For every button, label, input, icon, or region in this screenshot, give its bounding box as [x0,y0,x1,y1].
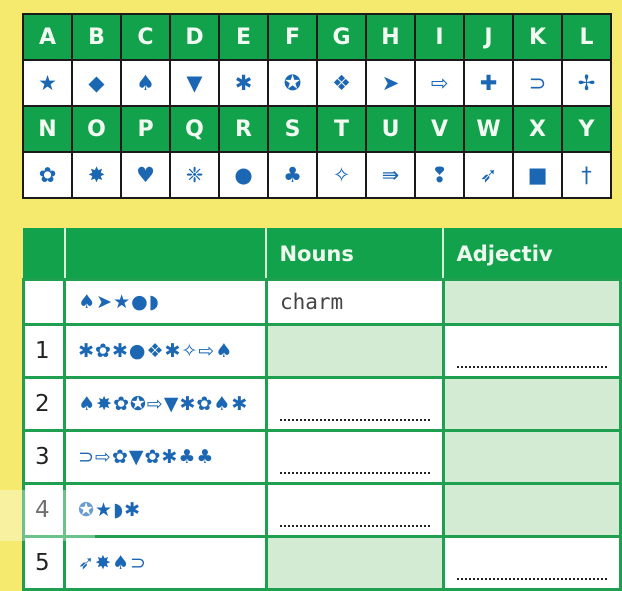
four-point-star-icon: ✧ [316,151,367,199]
exclamation-drop-icon: ❢ [414,151,465,199]
table-row: 2 ♠✸✿✪⇨▼✱✿♠✱ [21,376,622,432]
header-row: Nouns Adjectiv [23,229,621,280]
key-letter: Q [169,105,220,153]
key-letter: S [267,105,318,153]
key-letter: C [120,13,171,61]
key-letter: X [512,105,563,153]
example-row: ♠➤★●◗ charm [21,278,622,326]
adjective-cell [441,376,622,432]
noun-cell [264,535,445,591]
table-row: 3 ⊃⇨✿▼✿✱♣♣ [21,429,622,485]
key-letter: W [463,105,514,153]
triple-arrow-icon: ⇛ [365,151,416,199]
heart-icon: ♥ [120,151,171,199]
key-letter: R [218,105,269,153]
table-row: 5 ➶✸♠⊃ [21,535,622,591]
table-row: 1 ✱✿✱●❖✱✧⇨♠ [21,323,622,379]
row-number: 1 [21,323,67,379]
coded-word: ➶✸♠⊃ [63,535,268,591]
symbol-row-1: ★ ◆ ♠ ▼ ✱ ✪ ❖ ➤ ⇨ ✚ ⊃ ✢ [22,59,612,107]
coded-word: ✪★◗✱ [63,482,268,538]
header-nouns: Nouns [265,229,444,280]
key-letter: U [365,105,416,153]
row-number [21,278,67,326]
adjective-cell [441,482,622,538]
noun-answer-field[interactable] [264,429,445,485]
key-letter: L [561,13,612,61]
noun-answer-field[interactable] [264,376,445,432]
key-letter: I [414,13,465,61]
cipher-key-table: A B C D E F G H I J K L ★ ◆ ♠ ▼ ✱ ✪ ❖ ➤ … [22,13,612,199]
circled-star-icon: ✪ [267,59,318,107]
star-icon: ★ [22,59,73,107]
coded-word: ♠✸✿✪⇨▼✱✿♠✱ [63,376,268,432]
sparkle-icon: ❈ [169,151,220,199]
circle-icon: ● [218,151,269,199]
header-number [23,229,65,280]
row-number: 4 [21,482,67,538]
worksheet-table: Nouns Adjectiv ♠➤★●◗ charm 1 ✱✿✱●❖✱✧⇨♠ 2… [21,228,622,591]
dagger-icon: † [561,151,612,199]
header-code [63,229,267,280]
row-number: 3 [21,429,67,485]
club-icon: ♣ [267,151,318,199]
symbol-row-2: ✿ ✸ ♥ ❈ ● ♣ ✧ ⇛ ❢ ➶ ■ † [22,151,612,199]
key-letter: K [512,13,563,61]
key-letter: P [120,105,171,153]
dotted-line [279,470,430,474]
square-icon: ■ [512,151,563,199]
row-number: 5 [21,535,67,591]
adjective-cell [441,278,622,326]
handwritten-answer: charm [279,290,344,314]
dotted-cross-icon: ✚ [463,59,514,107]
key-letter: H [365,13,416,61]
row-number: 2 [21,376,67,432]
key-letter: G [316,13,367,61]
dotted-line [456,576,607,580]
asterisk-icon: ✱ [218,59,269,107]
noun-answer-field[interactable] [264,482,445,538]
diamond-icon: ◆ [71,59,122,107]
key-letter: B [71,13,122,61]
coded-word: ✱✿✱●❖✱✧⇨♠ [63,323,268,379]
dotted-line [279,523,430,527]
key-letter: E [218,13,269,61]
arrowhead-icon: ➤ [365,59,416,107]
flower-icon: ✿ [22,151,73,199]
dotted-line [279,417,430,421]
four-diamonds-icon: ❖ [316,59,367,107]
key-letter: V [414,105,465,153]
key-letter: J [463,13,514,61]
noun-cell [264,323,445,379]
coded-word: ⊃⇨✿▼✿✱♣♣ [63,429,268,485]
letter-row-2: N O P Q R S T U V W X Y [22,105,612,153]
key-letter: F [267,13,318,61]
letter-row-1: A B C D E F G H I J K L [22,13,612,61]
starburst-icon: ✸ [71,151,122,199]
noun-answer: charm [264,278,445,326]
spade-icon: ♠ [120,59,171,107]
adjective-cell [441,429,622,485]
key-letter: T [316,105,367,153]
adjective-answer-field[interactable] [441,323,622,379]
coded-word: ♠➤★●◗ [63,278,268,326]
key-letter: A [22,13,73,61]
down-triangle-icon: ▼ [169,59,220,107]
arrow-up-right-icon: ➶ [463,151,514,199]
four-point-cross-icon: ✢ [561,59,612,107]
dotted-line [456,364,607,368]
horseshoe-icon: ⊃ [512,59,563,107]
outline-arrow-icon: ⇨ [414,59,465,107]
table-row: 4 ✪★◗✱ [21,482,622,538]
key-letter: N [22,105,73,153]
key-letter: O [71,105,122,153]
key-letter: D [169,13,220,61]
adjective-answer-field[interactable] [441,535,622,591]
key-letter: Y [561,105,612,153]
header-adjectives: Adjectiv [442,229,621,280]
